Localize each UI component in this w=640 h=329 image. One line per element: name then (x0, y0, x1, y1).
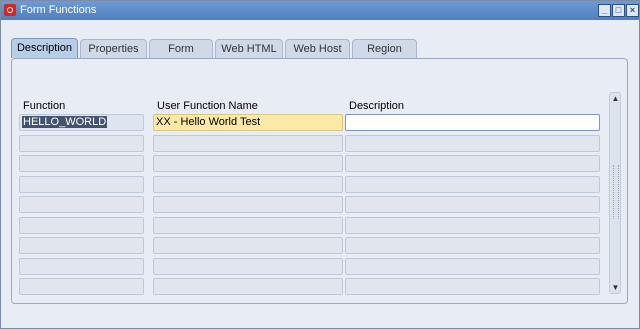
vertical-scrollbar[interactable]: ▲ ▼ (609, 92, 621, 294)
maximize-button[interactable]: □ (612, 4, 625, 17)
function-field[interactable] (19, 278, 144, 295)
tab-form[interactable]: Form (149, 39, 213, 58)
function-field[interactable] (19, 135, 144, 152)
function-field[interactable] (19, 237, 144, 254)
description-field[interactable] (345, 135, 600, 152)
scroll-down-arrow-icon[interactable]: ▼ (611, 283, 620, 292)
description-field[interactable] (345, 278, 600, 295)
function-field[interactable] (19, 217, 144, 234)
user-function-name-value: XX - Hello World Test (156, 116, 261, 128)
user-function-name-field[interactable] (153, 278, 343, 295)
user-function-name-field[interactable] (153, 135, 343, 152)
description-field[interactable] (345, 114, 600, 131)
user-function-name-field[interactable] (153, 155, 343, 172)
user-function-name-field[interactable]: XX - Hello World Test (153, 114, 343, 131)
user-function-name-field[interactable] (153, 237, 343, 254)
scroll-up-arrow-icon[interactable]: ▲ (611, 94, 620, 103)
description-field[interactable] (345, 196, 600, 213)
user-function-name-field[interactable] (153, 217, 343, 234)
function-field[interactable]: HELLO_WORLD (19, 114, 144, 131)
window-title: Form Functions (20, 4, 97, 16)
column-header-user-function-name: User Function Name (157, 100, 258, 112)
description-field[interactable] (345, 217, 600, 234)
function-field[interactable] (19, 155, 144, 172)
tab-properties[interactable]: Properties (80, 39, 147, 58)
function-field[interactable] (19, 176, 144, 193)
description-field[interactable] (345, 237, 600, 254)
tab-description[interactable]: Description (11, 38, 78, 58)
function-value: HELLO_WORLD (22, 116, 108, 128)
close-button[interactable]: × (626, 4, 639, 17)
scroll-grip[interactable] (613, 165, 619, 219)
tab-web-html[interactable]: Web HTML (215, 39, 283, 58)
description-field[interactable] (345, 258, 600, 275)
minimize-button[interactable]: _ (598, 4, 611, 17)
function-field[interactable] (19, 196, 144, 213)
tab-web-host[interactable]: Web Host (285, 39, 350, 58)
function-field[interactable] (19, 258, 144, 275)
user-function-name-field[interactable] (153, 258, 343, 275)
oracle-app-icon (4, 4, 16, 16)
user-function-name-field[interactable] (153, 196, 343, 213)
user-function-name-field[interactable] (153, 176, 343, 193)
title-bar[interactable]: Form Functions _ □ × (1, 1, 639, 20)
tab-region[interactable]: Region (352, 39, 417, 58)
description-field[interactable] (345, 176, 600, 193)
description-field[interactable] (345, 155, 600, 172)
column-header-description: Description (349, 100, 405, 112)
column-header-function: Function (23, 100, 66, 112)
